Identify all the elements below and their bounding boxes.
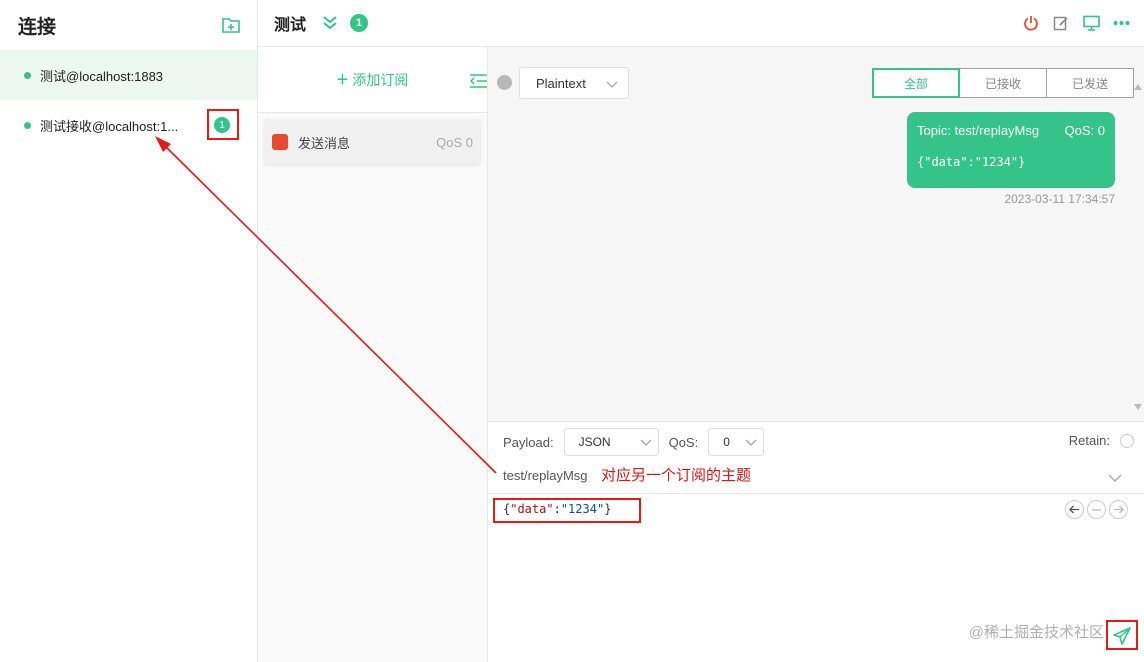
filter-sent[interactable]: 已发送 [1046,68,1134,98]
payload-type-select[interactable]: JSON [563,428,659,456]
payload-value: "1234" [560,502,605,516]
filter-received[interactable]: 已接收 [959,68,1047,98]
payload-label: Payload: [503,434,554,450]
add-subscription-label: 添加订阅 [352,71,409,88]
sent-message-bubble: Topic: test/replayMsg QoS: 0 {"data":"12… [907,112,1115,188]
subscriptions-header: + 添加订阅 [258,47,487,113]
connection-name: 测试@localhost:1883 [40,68,164,84]
send-icon[interactable] [1112,626,1132,646]
message-time: 2023-03-11 17:34:57 [1004,192,1115,206]
connection-item[interactable]: 测试@localhost:1883 [0,50,257,100]
new-folder-icon[interactable] [221,15,241,35]
subscription-topic: 发送消息 [298,135,351,151]
subscription-color-swatch [272,134,288,150]
annotation-text: 对应另一个订阅的主题 [601,467,752,484]
connection-title: 测试 [274,17,307,34]
collapse-icon[interactable] [469,73,487,89]
message-qos: QoS: 0 [1064,123,1105,138]
message-count-badge: 1 [350,14,369,32]
arrow-right-icon[interactable] [1109,500,1128,519]
more-icon[interactable] [1112,14,1130,32]
sidebar-title: 连接 [18,16,57,38]
watermark: @稀土掘金技术社区 [968,624,1104,641]
retain-label: Retain: [1068,433,1110,448]
app-window: 连接 测试@localhost:1883 测试接收@localhost:1...… [0,0,1144,662]
connection-name: 测试接收@localhost:1... [40,118,179,134]
status-dot [24,71,31,79]
help-icon[interactable] [497,75,512,90]
chevron-down-icon [640,436,652,450]
retain-radio[interactable] [1120,433,1134,448]
scroll-up-icon[interactable] [1134,77,1142,90]
composer-options: Payload: JSON QoS: 0 Retain: [503,427,1134,457]
scroll-down-icon[interactable] [1134,397,1142,410]
topic-input[interactable]: test/replayMsg 对应另一个订阅的主题 [488,458,1144,494]
double-chevron-down-icon[interactable] [322,14,340,32]
plus-icon: + [336,68,349,91]
message-composer: Payload: JSON QoS: 0 Retain: test/replay… [488,421,1144,662]
arrow-left-icon[interactable] [1065,500,1084,519]
status-dot [24,121,31,129]
subscriptions-panel: + 添加订阅 发送消息 QoS 0 [258,47,488,662]
payload-editor[interactable]: {"data":"1234"} [503,502,611,516]
chevron-down-icon [745,436,757,450]
unread-badge-wrap: 1 [214,117,230,133]
header-actions [1022,14,1130,32]
subscription-item[interactable]: 发送消息 QoS 0 [264,119,481,165]
chevron-down-icon [606,77,618,92]
message-topic: Topic: test/replayMsg [917,123,1040,138]
message-filter-group: 全部 已接收 已发送 [872,68,1134,98]
payload-type-value: JSON [578,435,611,449]
message-meta: Topic: test/replayMsg QoS: 0 [917,123,1105,138]
message-payload: {"data":"1234"} [917,155,1026,169]
messages-view: Plaintext 全部 已接收 已发送 Topic: test/replayM… [488,47,1144,421]
filter-all[interactable]: 全部 [872,68,960,98]
history-controls [1065,500,1128,519]
power-icon[interactable] [1022,14,1040,32]
qos-select[interactable]: 0 [708,428,765,456]
minus-icon[interactable] [1087,500,1106,519]
payload-format-select[interactable]: Plaintext [519,67,629,99]
format-value: Plaintext [536,75,586,91]
qos-label: QoS: [668,434,699,450]
topic-value: test/replayMsg [503,468,588,483]
monitor-icon[interactable] [1082,14,1100,32]
edit-icon[interactable] [1052,14,1070,32]
qos-value: 0 [723,435,730,449]
annotation-highlight-box: 1 [207,109,239,140]
connection-header: 测试 1 [258,0,1144,47]
payload-key: "data" [510,502,554,516]
connections-sidebar: 连接 测试@localhost:1883 测试接收@localhost:1...… [0,0,258,662]
subscription-qos: QoS 0 [436,134,473,150]
messages-toolbar: Plaintext 全部 已接收 已发送 [488,67,1134,99]
retain-option[interactable]: Retain: [1069,433,1134,448]
add-subscription-button[interactable]: + 添加订阅 [337,70,409,90]
unread-badge: 1 [214,117,230,133]
sidebar-header: 连接 [0,0,257,50]
chevron-down-icon[interactable] [1108,470,1122,482]
